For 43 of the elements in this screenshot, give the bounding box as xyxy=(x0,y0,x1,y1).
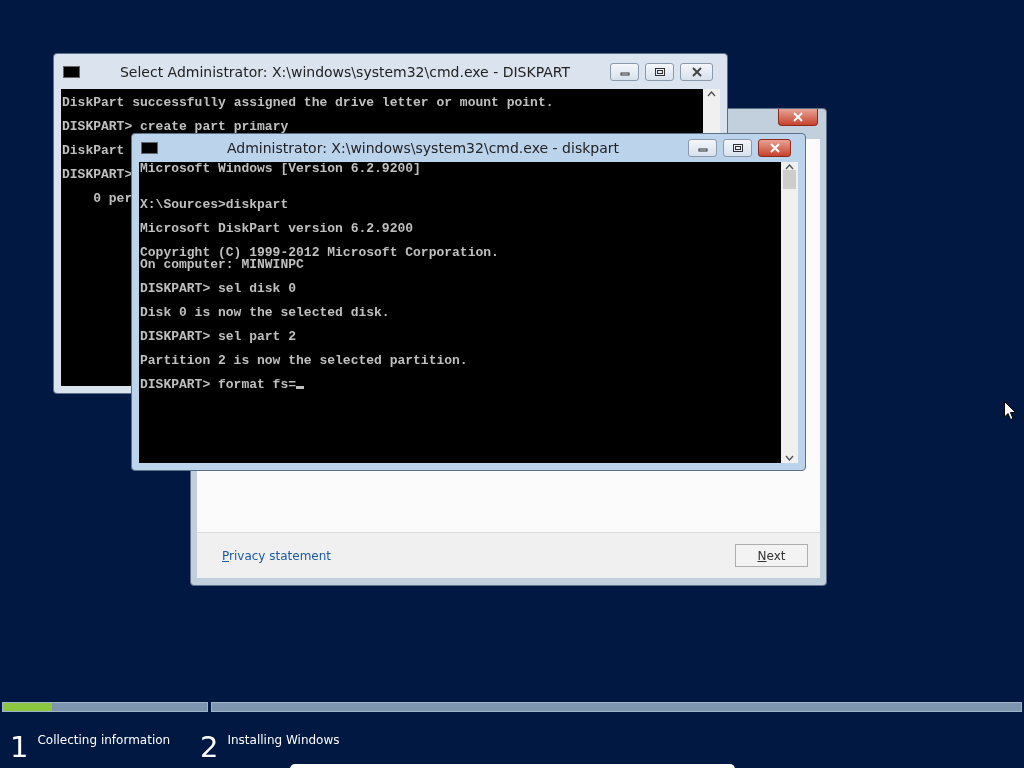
console-line: DISKPART> sel part 2 xyxy=(140,331,297,343)
next-button[interactable]: Next xyxy=(735,544,808,567)
scroll-thumb[interactable] xyxy=(783,170,796,189)
window-title: Administrator: X:\windows\system32\cmd.exe - diskpart xyxy=(226,140,620,156)
close-icon xyxy=(690,66,703,77)
console-line: DiskPart xyxy=(62,145,125,157)
window-title: Select Administrator: X:\windows\system32\cmd.exe - DISKPART xyxy=(118,63,572,80)
console-line: Microsoft DiskPart version 6.2.9200 xyxy=(140,223,414,235)
console-line: 0 per xyxy=(92,193,133,205)
console-line: DISKPART> xyxy=(62,169,133,181)
privacy-link[interactable]: Privacy statement xyxy=(222,548,332,563)
close-button[interactable] xyxy=(758,139,791,157)
step-label: Installing Windows xyxy=(227,733,340,747)
scroll-up-icon[interactable] xyxy=(785,164,794,170)
console-line: On computer: MINWINPC xyxy=(140,259,304,271)
restore-icon xyxy=(731,143,744,153)
console-line: DiskPart successfully assigned the drive letter or mount point. xyxy=(62,97,554,109)
console-line: DISKPART> sel disk 0 xyxy=(140,283,297,295)
maximize-button[interactable] xyxy=(723,139,752,157)
console-line: Disk 0 is now the selected disk. xyxy=(140,307,390,319)
step-number: 1 xyxy=(10,730,29,764)
step-label: Collecting information xyxy=(37,733,171,747)
close-icon xyxy=(768,143,781,153)
console-icon xyxy=(141,142,158,154)
close-button[interactable] xyxy=(680,62,713,81)
restore-icon xyxy=(653,66,666,77)
console-line: Copyright (C) 1999-2012 Microsoft Corporation. xyxy=(140,247,499,259)
console-line: X:\Sources>diskpart xyxy=(140,199,289,211)
minimize-button[interactable] xyxy=(610,62,639,81)
mouse-pointer-icon xyxy=(1004,401,1016,420)
step-number: 2 xyxy=(200,730,219,764)
console-line: Partition 2 is now the selected partition. xyxy=(140,355,468,367)
scroll-up-icon[interactable] xyxy=(707,91,716,97)
scrollbar[interactable] xyxy=(781,162,798,463)
close-button[interactable] xyxy=(778,109,818,126)
maximize-button[interactable] xyxy=(645,62,674,81)
console-line: DISKPART> format fs= xyxy=(140,379,297,391)
minimize-button[interactable] xyxy=(688,139,717,157)
console-line: DISKPART> create part primary xyxy=(62,121,289,133)
console-line: Microsoft Windows [Version 6.2.9200] xyxy=(140,163,421,175)
close-icon xyxy=(792,112,804,122)
scroll-down-icon[interactable] xyxy=(785,455,794,461)
console-icon xyxy=(63,65,80,78)
